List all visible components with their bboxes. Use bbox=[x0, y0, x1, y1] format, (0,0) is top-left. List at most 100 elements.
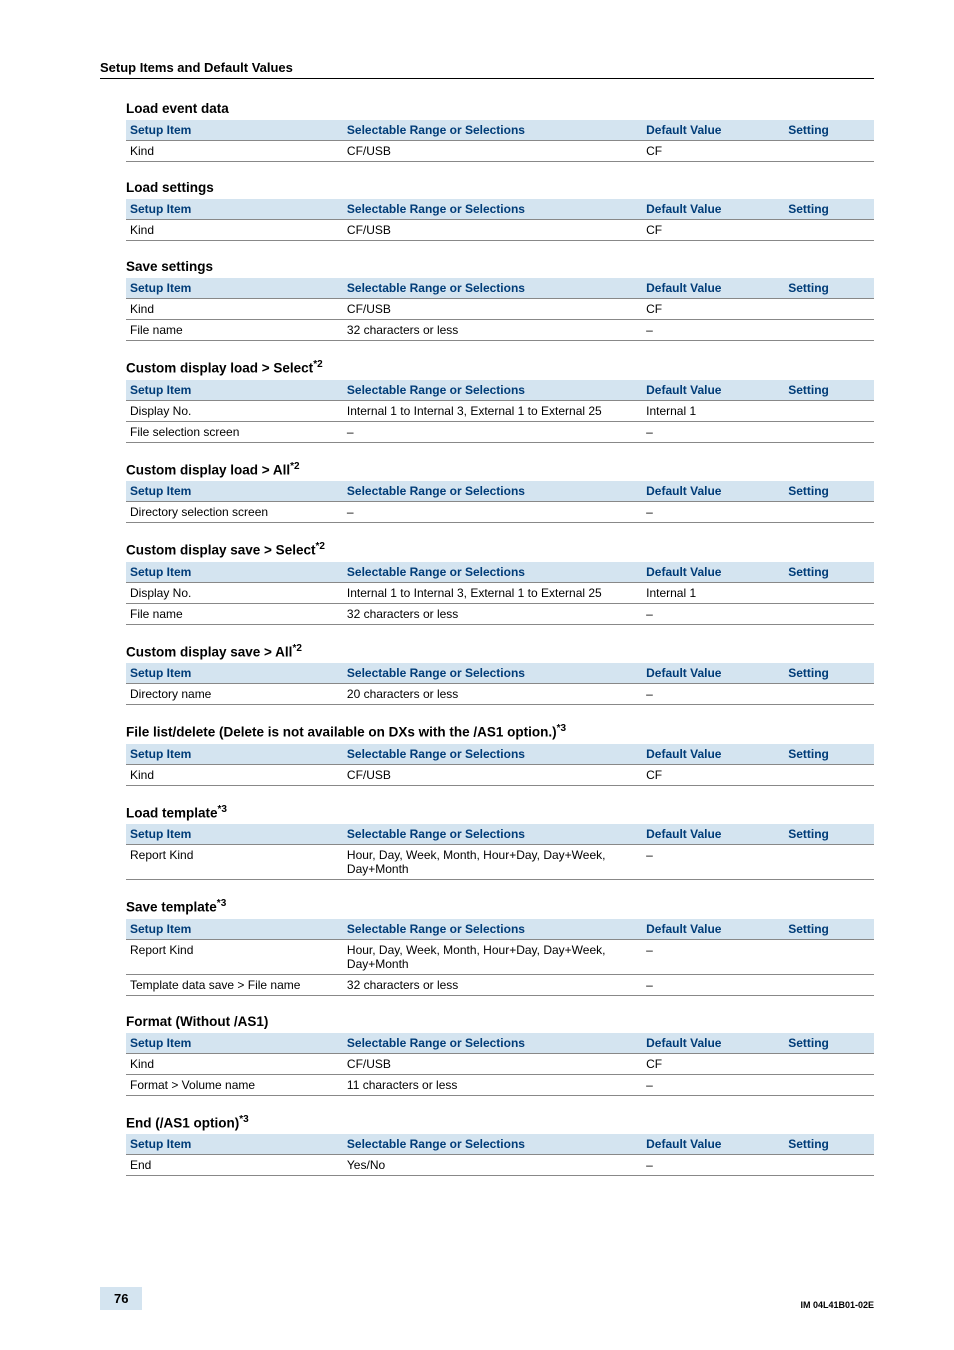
section-title: Custom display save > All*2 bbox=[126, 643, 874, 660]
section-title-text: Custom display load > All bbox=[126, 462, 290, 477]
section: Save settings Setup ItemSelectable Range … bbox=[126, 259, 874, 341]
column-header: Selectable Range or Selections bbox=[343, 562, 642, 583]
section-title: Custom display load > All*2 bbox=[126, 461, 874, 478]
cell-def: – bbox=[642, 421, 784, 442]
cell-set bbox=[784, 939, 874, 974]
cell-def: CF bbox=[642, 1053, 784, 1074]
cell-set bbox=[784, 400, 874, 421]
cell-range: CF/USB bbox=[343, 141, 642, 162]
settings-table: Setup ItemSelectable Range or Selections… bbox=[126, 824, 874, 880]
column-header: Setup Item bbox=[126, 481, 343, 502]
column-header: Setting bbox=[784, 278, 874, 299]
section: Format (Without /AS1)Setup ItemSelectabl… bbox=[126, 1014, 874, 1096]
footnote-ref: *2 bbox=[313, 359, 322, 370]
settings-table: Setup ItemSelectable Range or Selections… bbox=[126, 919, 874, 996]
cell-set bbox=[784, 603, 874, 624]
column-header: Setting bbox=[784, 120, 874, 141]
cell-def: Internal 1 bbox=[642, 582, 784, 603]
cell-set bbox=[784, 502, 874, 523]
column-header: Default Value bbox=[642, 120, 784, 141]
cell-def: CF bbox=[642, 764, 784, 785]
cell-set bbox=[784, 299, 874, 320]
section-title: Custom display load > Select*2 bbox=[126, 359, 874, 376]
cell-def: CF bbox=[642, 141, 784, 162]
cell-range: CF/USB bbox=[343, 299, 642, 320]
column-header: Setup Item bbox=[126, 562, 343, 583]
cell-range: Hour, Day, Week, Month, Hour+Day, Day+We… bbox=[343, 845, 642, 880]
cell-range: 20 characters or less bbox=[343, 684, 642, 705]
column-header: Setting bbox=[784, 1033, 874, 1054]
section: End (/AS1 option)*3 Setup ItemSelectable … bbox=[126, 1114, 874, 1177]
table-row: File selection screen–– bbox=[126, 421, 874, 442]
cell-item: File name bbox=[126, 320, 343, 341]
table-row: Template data save > File name32 charact… bbox=[126, 974, 874, 995]
cell-item: Format > Volume name bbox=[126, 1074, 343, 1095]
column-header: Setup Item bbox=[126, 199, 343, 220]
cell-item: Kind bbox=[126, 299, 343, 320]
table-row: Directory name20 characters or less– bbox=[126, 684, 874, 705]
column-header: Selectable Range or Selections bbox=[343, 824, 642, 845]
cell-item: Directory selection screen bbox=[126, 502, 343, 523]
settings-table: Setup ItemSelectable Range or Selections… bbox=[126, 1134, 874, 1176]
settings-table: Setup ItemSelectable Range or Selections… bbox=[126, 663, 874, 705]
section: Custom display save > Select*2 Setup Item… bbox=[126, 541, 874, 625]
cell-item: Display No. bbox=[126, 582, 343, 603]
column-header: Setup Item bbox=[126, 278, 343, 299]
table-row: EndYes/No– bbox=[126, 1155, 874, 1176]
cell-def: – bbox=[642, 974, 784, 995]
cell-range: – bbox=[343, 502, 642, 523]
column-header: Setting bbox=[784, 562, 874, 583]
column-header: Setup Item bbox=[126, 1134, 343, 1155]
corner-rule bbox=[100, 78, 874, 79]
cell-def: – bbox=[642, 845, 784, 880]
section-title-text: Load event data bbox=[126, 101, 229, 116]
cell-range: – bbox=[343, 421, 642, 442]
table-row: KindCF/USBCF bbox=[126, 220, 874, 241]
column-header: Setup Item bbox=[126, 663, 343, 684]
table-row: KindCF/USBCF bbox=[126, 141, 874, 162]
cell-def: CF bbox=[642, 220, 784, 241]
cell-range: Hour, Day, Week, Month, Hour+Day, Day+We… bbox=[343, 939, 642, 974]
section-title-text: File list/delete (Delete is not availabl… bbox=[126, 725, 557, 740]
section-title-text: Load settings bbox=[126, 180, 214, 195]
table-row: Report KindHour, Day, Week, Month, Hour+… bbox=[126, 939, 874, 974]
column-header: Default Value bbox=[642, 562, 784, 583]
column-header: Default Value bbox=[642, 199, 784, 220]
column-header: Setting bbox=[784, 199, 874, 220]
section-title-text: Custom display save > Select bbox=[126, 543, 315, 558]
cell-range: 32 characters or less bbox=[343, 974, 642, 995]
table-row: Display No.Internal 1 to Internal 3, Ext… bbox=[126, 400, 874, 421]
cell-range: 32 characters or less bbox=[343, 320, 642, 341]
section-title-text: Save settings bbox=[126, 259, 213, 274]
cell-item: Kind bbox=[126, 141, 343, 162]
column-header: Selectable Range or Selections bbox=[343, 199, 642, 220]
column-header: Default Value bbox=[642, 744, 784, 765]
cell-item: File selection screen bbox=[126, 421, 343, 442]
footer: 76 IM 04L41B01-02E bbox=[100, 1287, 874, 1310]
cell-item: Kind bbox=[126, 1053, 343, 1074]
section-title: Custom display save > Select*2 bbox=[126, 541, 874, 558]
section-title: Save settings bbox=[126, 259, 874, 274]
settings-table: Setup ItemSelectable Range or Selections… bbox=[126, 562, 874, 625]
section-title-text: Save template bbox=[126, 900, 217, 915]
section: Load template*3Setup ItemSelectable Rang… bbox=[126, 804, 874, 881]
cell-def: – bbox=[642, 502, 784, 523]
footnote-ref: *2 bbox=[290, 461, 299, 472]
cell-item: Report Kind bbox=[126, 939, 343, 974]
cell-set bbox=[784, 220, 874, 241]
column-header: Setup Item bbox=[126, 1033, 343, 1054]
table-row: KindCF/USBCF bbox=[126, 764, 874, 785]
footnote-ref: *3 bbox=[217, 898, 226, 909]
column-header: Selectable Range or Selections bbox=[343, 663, 642, 684]
column-header: Selectable Range or Selections bbox=[343, 380, 642, 401]
section: Custom display save > All*2 Setup ItemSel… bbox=[126, 643, 874, 706]
cell-set bbox=[784, 320, 874, 341]
settings-table: Setup ItemSelectable Range or Selections… bbox=[126, 278, 874, 341]
cell-item: File name bbox=[126, 603, 343, 624]
cell-item: End bbox=[126, 1155, 343, 1176]
column-header: Setup Item bbox=[126, 824, 343, 845]
section-title: End (/AS1 option)*3 bbox=[126, 1114, 874, 1131]
column-header: Default Value bbox=[642, 663, 784, 684]
table-row: Format > Volume name11 characters or les… bbox=[126, 1074, 874, 1095]
cell-def: – bbox=[642, 939, 784, 974]
